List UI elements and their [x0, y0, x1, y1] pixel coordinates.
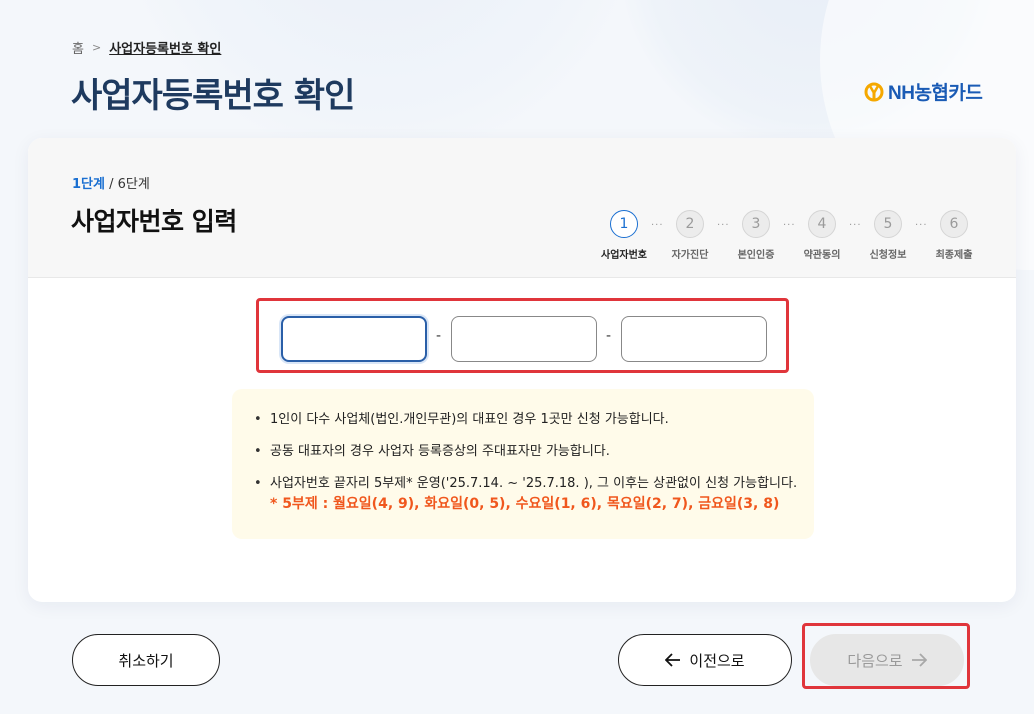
notice-list: 1인이 다수 사업체(법인.개인무관)의 대표인 경우 1곳만 신청 가능합니다… — [254, 411, 797, 527]
next-button-label: 다음으로 — [847, 651, 903, 670]
progress-stepper: 1 사업자번호 ··· 2 자가진단 ··· 3 본인인증 ··· 4 약관동의… — [594, 210, 984, 270]
business-number-part2-input[interactable] — [451, 316, 597, 362]
separator-dash: - — [436, 328, 442, 344]
step-count: 1단계 / 6단계 — [72, 173, 150, 192]
step-number: 5 — [874, 210, 902, 238]
business-number-part3-input[interactable] — [621, 316, 767, 362]
page-title: 사업자등록번호 확인 — [71, 76, 355, 116]
card-header: 1단계 / 6단계 사업자번호 입력 1 사업자번호 ··· 2 자가진단 ··… — [28, 138, 1016, 278]
step-3: 3 본인인증 — [726, 210, 786, 261]
cancel-button-label: 취소하기 — [118, 651, 174, 670]
breadcrumb-home-link[interactable]: 홈 — [72, 38, 84, 57]
total-step-text: / 6단계 — [104, 177, 150, 192]
notice-box: 1인이 다수 사업체(법인.개인무관)의 대표인 경우 1곳만 신청 가능합니다… — [232, 389, 814, 539]
step-5: 5 신청정보 — [858, 210, 918, 261]
previous-button-label: 이전으로 — [689, 651, 745, 670]
chevron-right-icon: > — [91, 41, 102, 54]
business-number-input-group: - - — [256, 298, 789, 373]
arrow-left-icon — [665, 653, 681, 667]
application-card: 1단계 / 6단계 사업자번호 입력 1 사업자번호 ··· 2 자가진단 ··… — [28, 138, 1016, 602]
step-number: 2 — [676, 210, 704, 238]
breadcrumb-current: 사업자등록번호 확인 — [109, 42, 222, 57]
step-label: 약관동의 — [803, 250, 841, 261]
step-number: 4 — [808, 210, 836, 238]
step-6: 6 최종제출 — [924, 210, 984, 261]
notice-item: 공동 대표자의 경우 사업자 등록증상의 주대표자만 가능합니다. — [254, 443, 797, 461]
step-label: 신청정보 — [869, 250, 907, 261]
business-number-part1-input[interactable] — [281, 316, 427, 362]
step-4: 4 약관동의 — [792, 210, 852, 261]
step-1: 1 사업자번호 — [594, 210, 654, 261]
notice-item: 사업자번호 끝자리 5부제* 운영('25.7.14. ~ '25.7.18. … — [254, 475, 797, 513]
step-2: 2 자가진단 — [660, 210, 720, 261]
separator-dash: - — [606, 328, 612, 344]
step-label: 사업자번호 — [601, 250, 647, 261]
step-label: 본인인증 — [737, 250, 775, 261]
five-day-rule-highlight: * 5부제 : 월요일(4, 9), 화요일(0, 5), 수요일(1, 6),… — [270, 496, 780, 512]
step-number: 6 — [940, 210, 968, 238]
nh-logo-icon — [864, 82, 884, 101]
previous-button[interactable]: 이전으로 — [618, 634, 792, 686]
notice-item: 1인이 다수 사업체(법인.개인무관)의 대표인 경우 1곳만 신청 가능합니다… — [254, 411, 797, 429]
current-step-text: 1단계 — [72, 177, 105, 192]
next-button[interactable]: 다음으로 — [810, 634, 964, 686]
step-number: 1 — [610, 210, 638, 238]
step-number: 3 — [742, 210, 770, 238]
step-label: 최종제출 — [935, 250, 973, 261]
breadcrumb: 홈 > 사업자등록번호 확인 — [72, 38, 221, 57]
arrow-right-icon — [911, 653, 927, 667]
cancel-button[interactable]: 취소하기 — [72, 634, 220, 686]
brand-name: NH농협카드 — [888, 83, 983, 104]
section-title: 사업자번호 입력 — [71, 207, 237, 236]
step-label: 자가진단 — [671, 250, 709, 261]
brand-logo: NH농협카드 — [864, 78, 983, 105]
